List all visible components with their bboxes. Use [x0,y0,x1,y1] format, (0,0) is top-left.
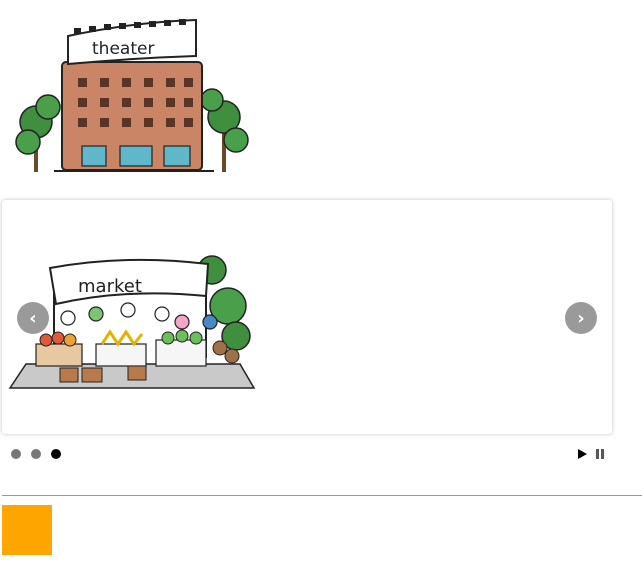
chevron-left-icon: ‹ [29,307,37,329]
orange-block [2,505,52,555]
theater-sign-text: theater [92,39,154,59]
theater-sign: theater [67,18,197,66]
theater-building [54,61,214,172]
carousel-controls [576,448,606,460]
carousel-dot-2[interactable] [31,449,41,459]
theater-illustration: theater [15,18,249,172]
pause-icon[interactable] [594,448,606,460]
image-carousel: market ‹ › [2,200,612,434]
tree-right [200,88,249,172]
carousel-pager [11,449,61,459]
play-icon[interactable] [576,448,588,460]
carousel-next-button[interactable]: › [565,302,597,334]
carousel-dot-1[interactable] [11,449,21,459]
chevron-right-icon: › [577,307,585,329]
carousel-dot-3[interactable] [51,449,61,459]
divider [2,495,642,496]
carousel-prev-button[interactable]: ‹ [17,302,49,334]
market-sign-text: market [78,276,142,297]
tree-left [15,94,61,172]
